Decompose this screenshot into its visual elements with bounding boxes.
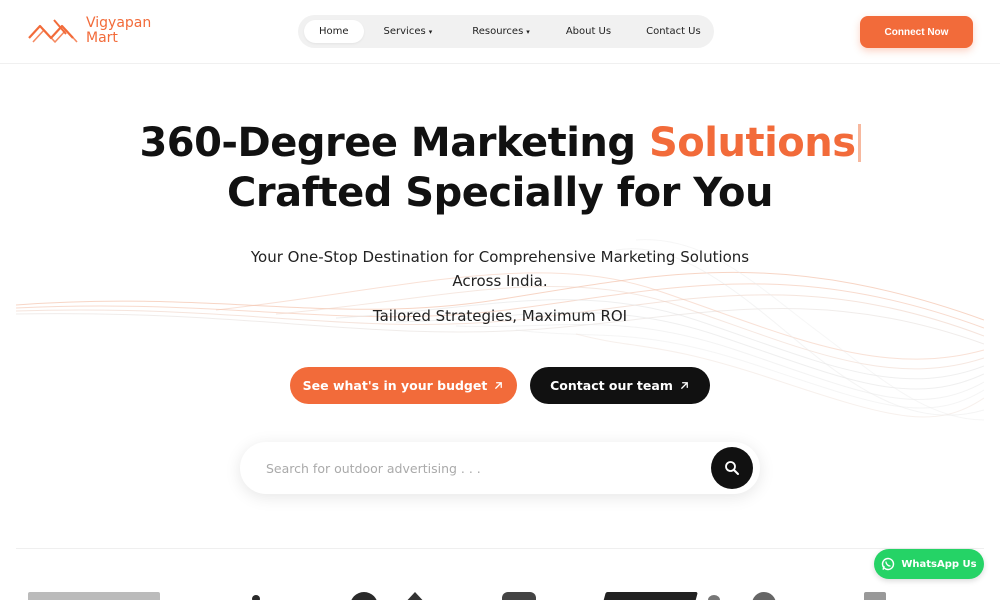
nav-resources[interactable]: Resources ▾ xyxy=(472,20,530,43)
search-bar xyxy=(240,442,760,494)
see-budget-label: See what's in your budget xyxy=(302,378,488,393)
client-logo xyxy=(864,592,886,600)
client-logo xyxy=(28,592,160,600)
client-logo xyxy=(602,592,698,600)
nav-resources-label: Resources xyxy=(472,26,524,37)
arrow-up-right-icon xyxy=(495,382,503,389)
site-header: Vigyapan Mart Home Services ▾ Resources … xyxy=(0,0,1000,64)
nav-contact-label: Contact Us xyxy=(646,26,701,37)
client-logo xyxy=(252,595,260,600)
client-logo xyxy=(502,592,536,600)
contact-team-button[interactable]: Contact our team xyxy=(530,367,710,404)
nav-services-label: Services xyxy=(383,26,426,37)
nav-about-label: About Us xyxy=(565,26,612,37)
client-logo xyxy=(752,592,776,600)
vigyapan-logo-icon xyxy=(28,19,78,43)
search-icon xyxy=(725,461,739,475)
nav-about[interactable]: About Us xyxy=(566,20,611,43)
hero-title-part1: 360-Degree Marketing xyxy=(139,120,649,166)
hero-tagline: Tailored Strategies, Maximum ROI xyxy=(372,307,628,325)
client-logos-strip xyxy=(0,585,1000,600)
nav-contact[interactable]: Contact Us xyxy=(646,20,701,43)
hero-title-accent: Solutions xyxy=(648,120,856,166)
whatsapp-label: WhatsApp Us xyxy=(901,558,977,570)
client-logo xyxy=(350,592,378,600)
main-nav: Home Services ▾ Resources ▾ About Us Con… xyxy=(298,15,714,48)
hero-title: 360-Degree Marketing Solutions Crafted S… xyxy=(0,118,1000,218)
section-divider xyxy=(16,548,984,549)
whatsapp-icon xyxy=(882,557,895,571)
typing-cursor xyxy=(857,124,861,162)
brand-name-line2: Mart xyxy=(86,30,118,46)
brand-name-line1: Vigyapan xyxy=(86,15,152,31)
client-logo xyxy=(402,592,428,600)
search-input[interactable] xyxy=(266,456,686,480)
brand-name: Vigyapan Mart xyxy=(86,16,151,46)
whatsapp-button[interactable]: WhatsApp Us xyxy=(874,549,984,579)
chevron-down-icon: ▾ xyxy=(526,27,530,36)
connect-now-button[interactable]: Connect Now xyxy=(860,16,973,48)
arrow-up-right-icon xyxy=(680,382,688,389)
brand-logo[interactable]: Vigyapan Mart xyxy=(26,14,151,48)
hero-subtitle: Your One-Stop Destination for Comprehens… xyxy=(250,248,750,290)
see-budget-button[interactable]: See what's in your budget xyxy=(290,367,517,404)
client-logo xyxy=(708,595,720,600)
search-button[interactable] xyxy=(711,447,753,489)
chevron-down-icon: ▾ xyxy=(428,27,433,36)
nav-home-label: Home xyxy=(319,26,349,37)
nav-home[interactable]: Home xyxy=(304,20,364,43)
hero-title-line2: Crafted Specially for You xyxy=(227,170,773,216)
contact-team-label: Contact our team xyxy=(550,378,673,393)
nav-services[interactable]: Services ▾ xyxy=(384,20,433,43)
